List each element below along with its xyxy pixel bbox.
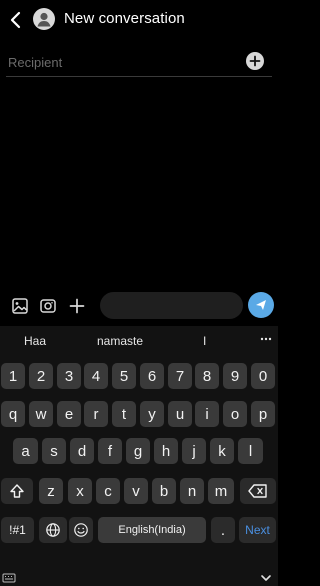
key-5[interactable]: 5 bbox=[112, 363, 136, 389]
composer-bar bbox=[0, 290, 278, 322]
plus-icon bbox=[69, 298, 85, 314]
chevron-down-icon[interactable] bbox=[260, 572, 272, 584]
key-1[interactable]: 1 bbox=[1, 363, 25, 389]
key-0[interactable]: 0 bbox=[251, 363, 275, 389]
key-e[interactable]: e bbox=[57, 401, 81, 427]
chevron-left-icon bbox=[10, 11, 21, 29]
key-9[interactable]: 9 bbox=[223, 363, 247, 389]
emoji-key[interactable] bbox=[69, 517, 93, 543]
keyboard-nav-strip bbox=[0, 570, 278, 586]
more-dots-icon[interactable] bbox=[259, 332, 273, 346]
attach-button[interactable] bbox=[67, 296, 87, 316]
backspace-icon bbox=[248, 484, 267, 498]
key-x[interactable]: x bbox=[68, 478, 92, 504]
message-input[interactable] bbox=[100, 292, 243, 319]
key-j[interactable]: j bbox=[182, 438, 206, 464]
send-button[interactable] bbox=[248, 292, 274, 318]
globe-icon bbox=[46, 523, 60, 537]
camera-icon bbox=[40, 299, 56, 313]
key-o[interactable]: o bbox=[223, 401, 247, 427]
key-z[interactable]: z bbox=[39, 478, 63, 504]
key-b[interactable]: b bbox=[152, 478, 176, 504]
key-r[interactable]: r bbox=[84, 401, 108, 427]
key-t[interactable]: t bbox=[112, 401, 136, 427]
key-c[interactable]: c bbox=[96, 478, 120, 504]
key-a[interactable]: a bbox=[13, 438, 38, 464]
person-icon bbox=[37, 12, 51, 27]
key-g[interactable]: g bbox=[126, 438, 150, 464]
key-2[interactable]: 2 bbox=[29, 363, 53, 389]
suggestion-item[interactable]: I bbox=[203, 334, 206, 348]
send-icon bbox=[256, 300, 266, 310]
key-v[interactable]: v bbox=[124, 478, 148, 504]
key-i[interactable]: i bbox=[195, 401, 219, 427]
backspace-key[interactable] bbox=[240, 478, 276, 504]
camera-button[interactable] bbox=[38, 296, 58, 316]
key-k[interactable]: k bbox=[210, 438, 234, 464]
key-7[interactable]: 7 bbox=[168, 363, 192, 389]
add-recipient-button[interactable] bbox=[246, 52, 264, 70]
key-m[interactable]: m bbox=[208, 478, 234, 504]
plus-icon bbox=[249, 55, 261, 67]
key-w[interactable]: w bbox=[29, 401, 53, 427]
gallery-button[interactable] bbox=[10, 296, 30, 316]
back-button[interactable] bbox=[6, 9, 26, 31]
next-key[interactable]: Next bbox=[239, 517, 276, 543]
symbols-key[interactable]: !#1 bbox=[1, 517, 34, 543]
key-3[interactable]: 3 bbox=[57, 363, 81, 389]
key-f[interactable]: f bbox=[98, 438, 122, 464]
suggestion-item[interactable]: namaste bbox=[97, 334, 143, 348]
language-key[interactable] bbox=[39, 517, 67, 543]
emoji-icon bbox=[74, 523, 88, 537]
recipient-input[interactable] bbox=[8, 52, 236, 72]
key-n[interactable]: n bbox=[180, 478, 204, 504]
key-p[interactable]: p bbox=[251, 401, 275, 427]
key-l[interactable]: l bbox=[238, 438, 263, 464]
shift-icon bbox=[10, 484, 24, 498]
suggestion-item[interactable]: Haa bbox=[24, 334, 46, 348]
key-q[interactable]: q bbox=[1, 401, 25, 427]
avatar bbox=[33, 8, 55, 30]
keyboard: Haa namaste I 1 2 3 4 5 6 7 8 9 0 q w e … bbox=[0, 326, 278, 586]
recipient-divider bbox=[6, 76, 272, 77]
shift-key[interactable] bbox=[1, 478, 33, 504]
key-6[interactable]: 6 bbox=[140, 363, 164, 389]
key-8[interactable]: 8 bbox=[195, 363, 219, 389]
key-s[interactable]: s bbox=[42, 438, 66, 464]
key-4[interactable]: 4 bbox=[84, 363, 108, 389]
key-d[interactable]: d bbox=[70, 438, 94, 464]
period-key[interactable]: . bbox=[211, 517, 235, 543]
key-h[interactable]: h bbox=[154, 438, 178, 464]
image-icon bbox=[12, 298, 28, 314]
key-y[interactable]: y bbox=[140, 401, 164, 427]
key-u[interactable]: u bbox=[168, 401, 192, 427]
space-key[interactable]: English(India) bbox=[98, 517, 206, 543]
suggestion-bar: Haa namaste I bbox=[0, 326, 278, 356]
page-title: New conversation bbox=[64, 10, 185, 27]
keyboard-icon[interactable] bbox=[2, 572, 16, 584]
